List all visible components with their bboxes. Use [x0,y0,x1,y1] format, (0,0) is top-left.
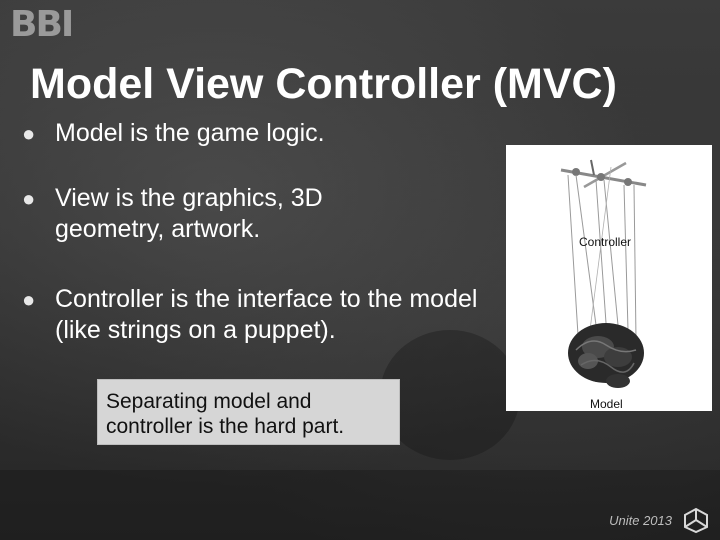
bullet-dot-icon: ● [22,186,36,211]
model-label: Model [590,397,623,411]
slide-title: Model View Controller (MVC) [30,60,617,108]
bbi-logo: BBI [10,4,74,45]
bullet-text: View is the graphics, 3D geometry, artwo… [55,184,323,243]
background-decoration [0,470,720,540]
bullet-text: Model is the game logic. [55,119,325,147]
puppet-figure: Controller Model [506,145,712,411]
controller-label: Controller [579,235,632,249]
bullet-dot-icon: ● [22,121,36,146]
background-decoration [380,330,520,460]
unity-logo-icon [684,507,708,534]
bullet-text: Controller is the interface to the model… [55,285,478,344]
slide: BBI Model View Controller (MVC) ● Model … [0,0,720,540]
puppet-illustration [560,159,647,388]
callout-box: Separating model and controller is the h… [97,379,400,445]
bullet-dot-icon: ● [22,287,36,312]
footer-event-label: Unite 2013 [609,513,672,528]
